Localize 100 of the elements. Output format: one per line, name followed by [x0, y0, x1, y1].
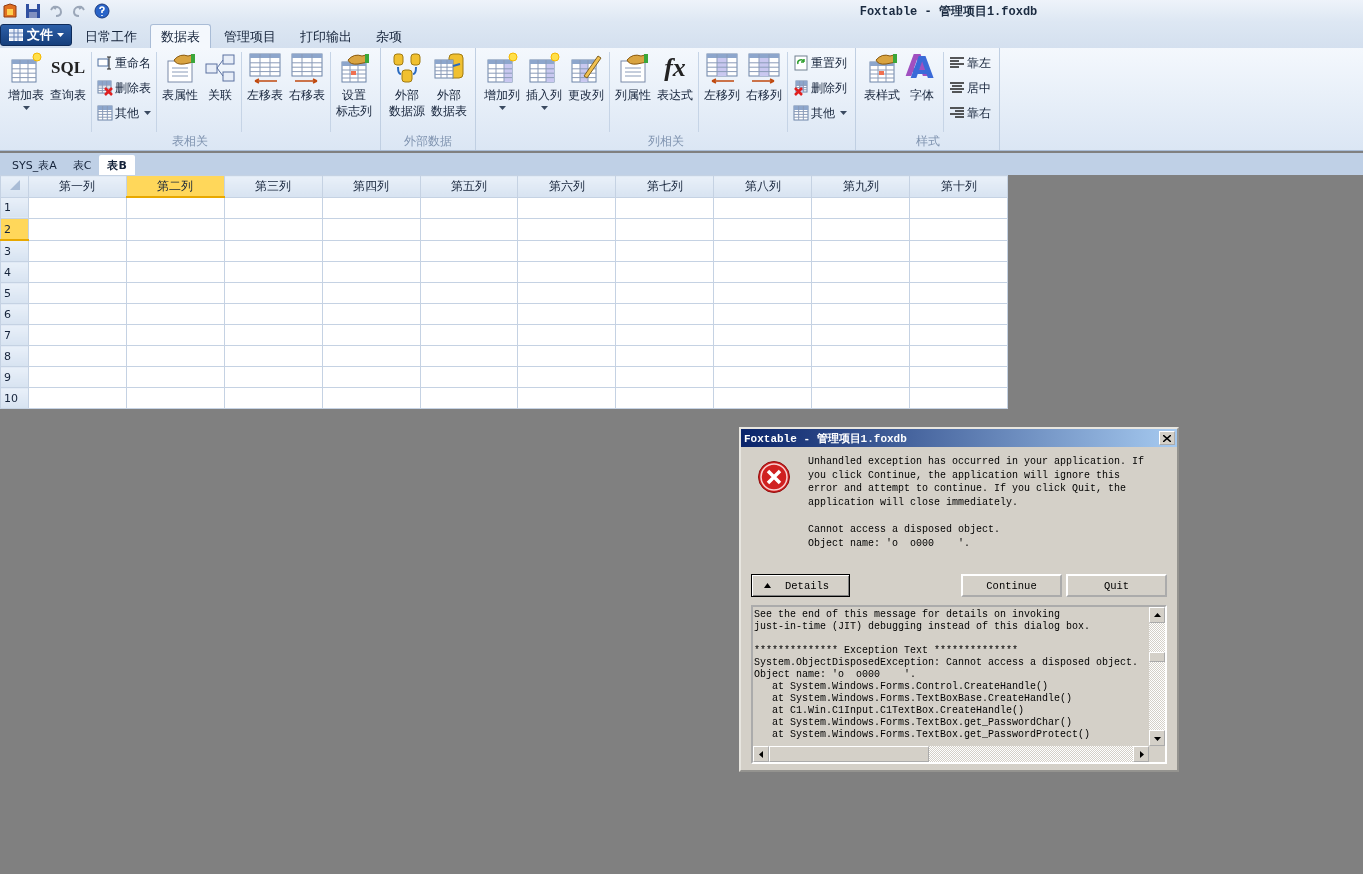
- left-arrow-icon: [757, 750, 765, 758]
- column-header[interactable]: 第四列: [322, 175, 421, 197]
- ribbon-button[interactable]: 左移列: [702, 52, 742, 103]
- ribbon-button[interactable]: 重命名: [95, 53, 153, 73]
- details-line: at System.Windows.Forms.TextBox.get_PasswordProtect(): [771, 729, 1092, 741]
- menu-tab[interactable]: 杂项: [365, 24, 413, 48]
- row-header[interactable]: 9: [0, 366, 29, 388]
- refresh-icon: [793, 55, 809, 71]
- sheet-tab[interactable]: 表C: [64, 155, 100, 175]
- details-button[interactable]: Details: [751, 574, 850, 597]
- ribbon-button[interactable]: 表属性: [160, 52, 200, 103]
- details-line: at System.Windows.Forms.TextBoxBase.CreateHandle(): [771, 693, 1074, 705]
- sheet-tab[interactable]: SYS_表A: [4, 155, 65, 175]
- align-center-icon: [949, 80, 965, 96]
- save-icon[interactable]: [25, 3, 41, 19]
- group-label: 样式: [914, 133, 941, 150]
- select-all-corner[interactable]: [0, 175, 29, 197]
- group-label: 列相关: [646, 133, 685, 150]
- column-header[interactable]: 第七列: [615, 175, 714, 197]
- align-left-icon: [949, 55, 965, 71]
- column-header[interactable]: 第一列: [28, 175, 127, 197]
- ribbon-button[interactable]: 右移表: [287, 52, 327, 103]
- table-icon: [97, 105, 113, 121]
- row-header[interactable]: 8: [0, 345, 29, 367]
- relation-icon: [204, 52, 236, 84]
- menu-tab[interactable]: 日常工作: [74, 24, 148, 48]
- app-logo-icon[interactable]: [2, 3, 18, 19]
- column-right-arrow-icon: [748, 52, 780, 84]
- close-button[interactable]: [1159, 431, 1175, 445]
- horizontal-scrollbar[interactable]: [753, 746, 1149, 762]
- column-left-arrow-icon: [706, 52, 738, 84]
- ribbon-button[interactable]: 靠右: [947, 103, 993, 123]
- ribbon-button[interactable]: 居中: [947, 78, 993, 98]
- column-header[interactable]: 第二列: [126, 175, 225, 197]
- ribbon-button[interactable]: SQL 查询表: [48, 52, 88, 103]
- ribbon-button[interactable]: fx 表达式: [655, 52, 695, 103]
- row-header[interactable]: 10: [0, 387, 29, 409]
- ribbon-button[interactable]: 其他: [95, 103, 153, 123]
- table-icon: [793, 105, 809, 121]
- table-right-arrow-icon: [291, 52, 323, 84]
- ribbon-button[interactable]: 右移列: [744, 52, 784, 103]
- details-text-box[interactable]: [751, 605, 1167, 764]
- column-header[interactable]: 第九列: [811, 175, 910, 197]
- ribbon-button[interactable]: 删除列: [791, 78, 849, 98]
- corner-triangle-icon: [9, 180, 20, 191]
- details-line: just-in-time (JIT) debugging instead of this dialog box.: [754, 621, 1092, 633]
- menu-tab[interactable]: 管理项目: [213, 24, 287, 48]
- scrollbar-thumb[interactable]: [1149, 651, 1165, 662]
- ribbon-button[interactable]: 其他: [791, 103, 849, 123]
- row-header[interactable]: 3: [0, 240, 29, 262]
- dialog-button[interactable]: Continue: [961, 574, 1062, 597]
- ribbon-button[interactable]: 靠左: [947, 53, 993, 73]
- column-header[interactable]: 第五列: [420, 175, 518, 197]
- menu-tab[interactable]: 打印输出: [289, 24, 363, 48]
- ribbon-button[interactable]: 左移表: [245, 52, 285, 103]
- caret-icon: [56, 33, 64, 37]
- help-icon[interactable]: [94, 3, 110, 19]
- redo-icon[interactable]: [71, 3, 87, 19]
- row-header[interactable]: 2: [0, 218, 29, 240]
- ribbon-button[interactable]: 关联: [202, 52, 238, 103]
- vertical-scrollbar[interactable]: [1149, 607, 1165, 746]
- hand-document-icon: [617, 52, 649, 84]
- ribbon-button[interactable]: 插入列: [524, 52, 564, 110]
- dialog-button[interactable]: Quit: [1066, 574, 1167, 597]
- details-line: See the end of this message for details on invoking: [754, 609, 1062, 621]
- delete-column-icon: [793, 80, 809, 96]
- down-arrow-icon: [1153, 734, 1161, 742]
- ribbon-button[interactable]: 外部 数据源: [387, 52, 427, 119]
- column-header[interactable]: 第三列: [224, 175, 323, 197]
- details-line: ************** Exception Text **************: [754, 645, 1020, 657]
- row-header[interactable]: 6: [0, 303, 29, 325]
- ribbon-button[interactable]: 更改列: [566, 52, 606, 103]
- column-header[interactable]: 第八列: [713, 175, 812, 197]
- right-arrow-icon: [1137, 750, 1145, 758]
- row-header[interactable]: 7: [0, 324, 29, 346]
- row-header[interactable]: 1: [0, 197, 29, 219]
- column-header[interactable]: 第六列: [517, 175, 616, 197]
- ribbon-button[interactable]: A 字体: [904, 52, 940, 103]
- ribbon-button[interactable]: 重置列: [791, 53, 849, 73]
- row-header[interactable]: 5: [0, 282, 29, 304]
- file-menu-button[interactable]: 文件: [0, 24, 72, 46]
- row-header[interactable]: 4: [0, 261, 29, 283]
- ribbon-button[interactable]: 删除表: [95, 78, 153, 98]
- logo-text-icon: SQL: [51, 52, 85, 84]
- ribbon-button[interactable]: 设置 标志列: [334, 52, 374, 119]
- scrollbar-thumb[interactable]: [769, 746, 929, 762]
- close-icon: [1163, 434, 1171, 442]
- ribbon-button[interactable]: 增加表: [6, 52, 46, 110]
- hand-table-icon: [866, 52, 898, 84]
- column-header[interactable]: 第十列: [909, 175, 1008, 197]
- dialog-title: Foxtable - 管理项目1.foxdb: [744, 431, 907, 446]
- menu-tab[interactable]: 数据表: [150, 24, 211, 48]
- database-arrows-icon: [391, 52, 423, 84]
- ribbon-button[interactable]: 表样式: [862, 52, 902, 103]
- sheet-tab[interactable]: 表B: [99, 155, 135, 175]
- ribbon-button[interactable]: 外部 数据表: [429, 52, 469, 119]
- window-title: Foxtable - 管理项目1.foxdb: [858, 3, 1039, 20]
- ribbon-button[interactable]: 增加列: [482, 52, 522, 110]
- ribbon-button[interactable]: 列属性: [613, 52, 653, 103]
- undo-icon[interactable]: [48, 3, 64, 19]
